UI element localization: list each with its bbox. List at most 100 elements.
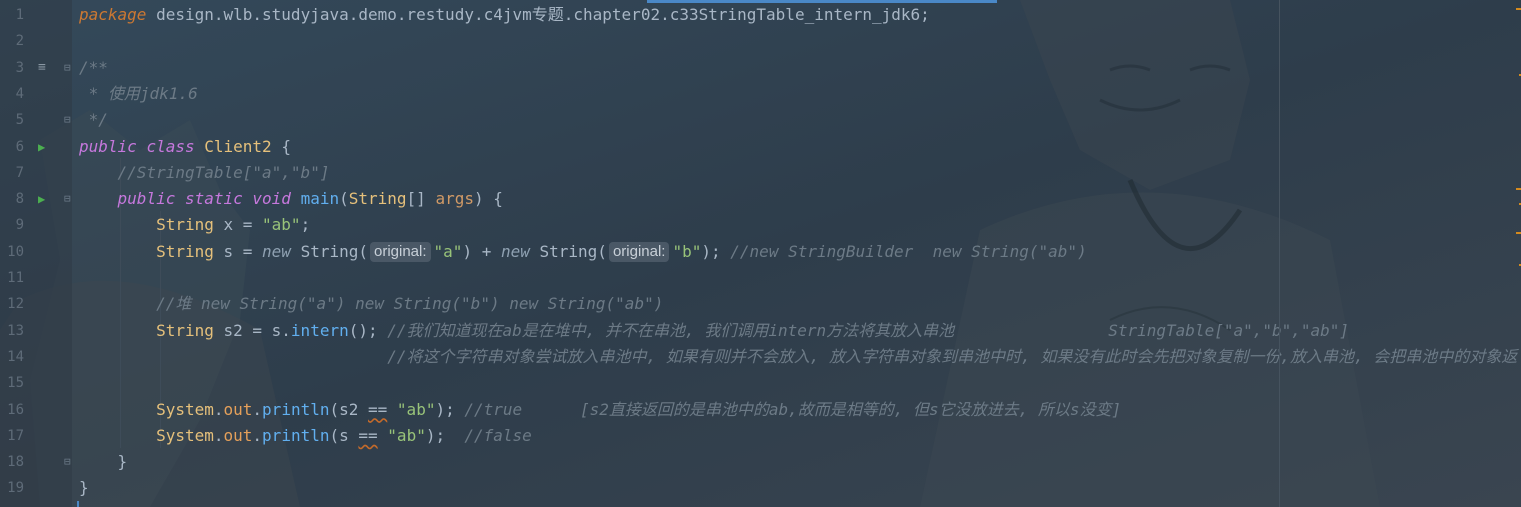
line-number: 14 xyxy=(7,348,24,365)
fold-icon[interactable]: ⊟ xyxy=(64,107,71,133)
code-token: public xyxy=(79,136,137,156)
code-token: //new StringBuilder new String("ab") xyxy=(730,241,1087,261)
code-token: println xyxy=(262,399,330,419)
code-token: . xyxy=(213,399,224,419)
gutter-line: 11 xyxy=(0,265,72,291)
gutter-line: 17 xyxy=(0,423,72,449)
code-line[interactable]: public class Client2 { xyxy=(79,134,291,160)
code-token: ) { xyxy=(473,189,503,209)
code-token: String xyxy=(348,189,407,209)
code-token: System xyxy=(156,425,214,445)
code-token: void xyxy=(252,189,291,209)
code-token: . xyxy=(252,399,263,419)
run-icon[interactable]: ▶ xyxy=(38,134,45,160)
code-token: main xyxy=(300,189,340,209)
gutter-line: 16 xyxy=(0,397,72,423)
line-number: 19 xyxy=(7,480,24,497)
fold-icon[interactable]: ⊟ xyxy=(64,186,71,212)
code-line[interactable]: String x = "ab"; xyxy=(79,212,310,238)
code-token: out xyxy=(223,425,253,445)
code-token: } xyxy=(79,452,128,472)
code-token: ); xyxy=(435,399,465,419)
scroll-marker[interactable] xyxy=(1516,232,1521,234)
code-token: //将这个字符串对象尝试放入串池中, 如果有则并不会放入, 放入字符串对象到串池… xyxy=(387,346,1518,366)
code-token: ) + xyxy=(462,241,501,261)
line-number: 12 xyxy=(7,296,24,313)
gutter-line: 1 xyxy=(0,2,72,28)
code-token: new xyxy=(262,241,291,261)
code-line[interactable]: String s = new String(original: "a") + ne… xyxy=(79,239,1087,265)
code-token: println xyxy=(262,425,330,445)
code-line[interactable]: //将这个字符串对象尝试放入串池中, 如果有则并不会放入, 放入字符串对象到串池… xyxy=(79,344,1517,370)
line-number: 1 xyxy=(15,7,24,23)
gutter-line: 14 xyxy=(0,344,72,370)
line-number: 11 xyxy=(7,270,24,286)
parameter-hint: original: xyxy=(608,241,670,262)
code-token: design.wlb.studyjava.demo.restudy.c4jvm专… xyxy=(146,5,930,24)
code-line[interactable]: } xyxy=(79,449,128,475)
code-token: "b" xyxy=(672,241,702,261)
parameter-hint: original: xyxy=(370,241,431,262)
code-line[interactable]: String s2 = s.intern(); //我们知道现在ab是在堆中, … xyxy=(79,318,1349,344)
code-token: out xyxy=(223,399,253,419)
code-line[interactable]: System.out.println(s2 == "ab"); //true [… xyxy=(79,397,1121,423)
gutter-line: 15 xyxy=(0,370,72,396)
code-line[interactable]: public static void main(String[] args) { xyxy=(79,186,503,212)
code-token: x = xyxy=(213,215,263,235)
code-token: "ab" xyxy=(396,399,436,419)
code-token: (s xyxy=(329,425,359,445)
code-token: /** xyxy=(79,57,108,77)
code-line[interactable]: //StringTable["a","b"] xyxy=(79,160,330,186)
code-token: //true [s2直接返回的是串池中的ab,故而是相等的, 但s它没放进去, … xyxy=(464,399,1122,419)
code-token: . xyxy=(213,425,224,445)
code-token: "a" xyxy=(433,241,463,261)
code-token: ; xyxy=(300,215,311,235)
fold-icon[interactable]: ⊟ xyxy=(64,449,71,475)
warning-operator: == xyxy=(358,425,378,445)
scroll-marker[interactable] xyxy=(1516,8,1521,10)
code-token: static xyxy=(184,189,243,209)
gutter-line: 19 xyxy=(0,475,72,501)
code-line[interactable]: //堆 new String("a") new String("b") new … xyxy=(79,291,663,317)
code-line[interactable]: System.out.println(s == "ab"); //false xyxy=(79,423,532,449)
code-token: intern xyxy=(290,320,349,340)
code-token: class xyxy=(146,136,195,156)
line-number: 2 xyxy=(15,33,24,50)
code-line[interactable]: package design.wlb.studyjava.demo.restud… xyxy=(79,2,930,28)
code-token: (); xyxy=(348,320,388,340)
line-number: 7 xyxy=(15,164,24,181)
code-token: (s2 xyxy=(329,399,369,419)
code-line[interactable]: */ xyxy=(79,107,108,133)
scroll-marker[interactable] xyxy=(1516,188,1521,190)
gutter-line: 12 xyxy=(0,291,72,317)
code-token: */ xyxy=(79,110,108,130)
line-number: 3 xyxy=(15,59,24,76)
code-token: String( xyxy=(529,241,607,261)
code-token: package xyxy=(79,5,147,24)
line-number: 10 xyxy=(7,243,24,260)
line-number: 15 xyxy=(7,375,24,392)
code-line[interactable]: } xyxy=(79,475,89,501)
run-icon[interactable]: ▶ xyxy=(38,186,45,212)
code-token: } xyxy=(79,478,89,498)
code-token: ); xyxy=(425,425,465,445)
code-token: //false xyxy=(464,425,532,445)
fold-icon[interactable]: ⊟ xyxy=(64,55,71,81)
code-line[interactable]: /** xyxy=(79,55,108,81)
gutter-line: 4 xyxy=(0,81,72,107)
gutter-line: 18 ⊟ xyxy=(0,449,72,475)
code-token: //StringTable["a","b"] xyxy=(117,162,330,182)
bookmark-icon[interactable]: ≡ xyxy=(38,55,46,81)
gutter-line: 13 xyxy=(0,318,72,344)
code-line[interactable]: * 使用jdk1.6 xyxy=(79,81,198,107)
line-number: 8 xyxy=(15,191,24,208)
